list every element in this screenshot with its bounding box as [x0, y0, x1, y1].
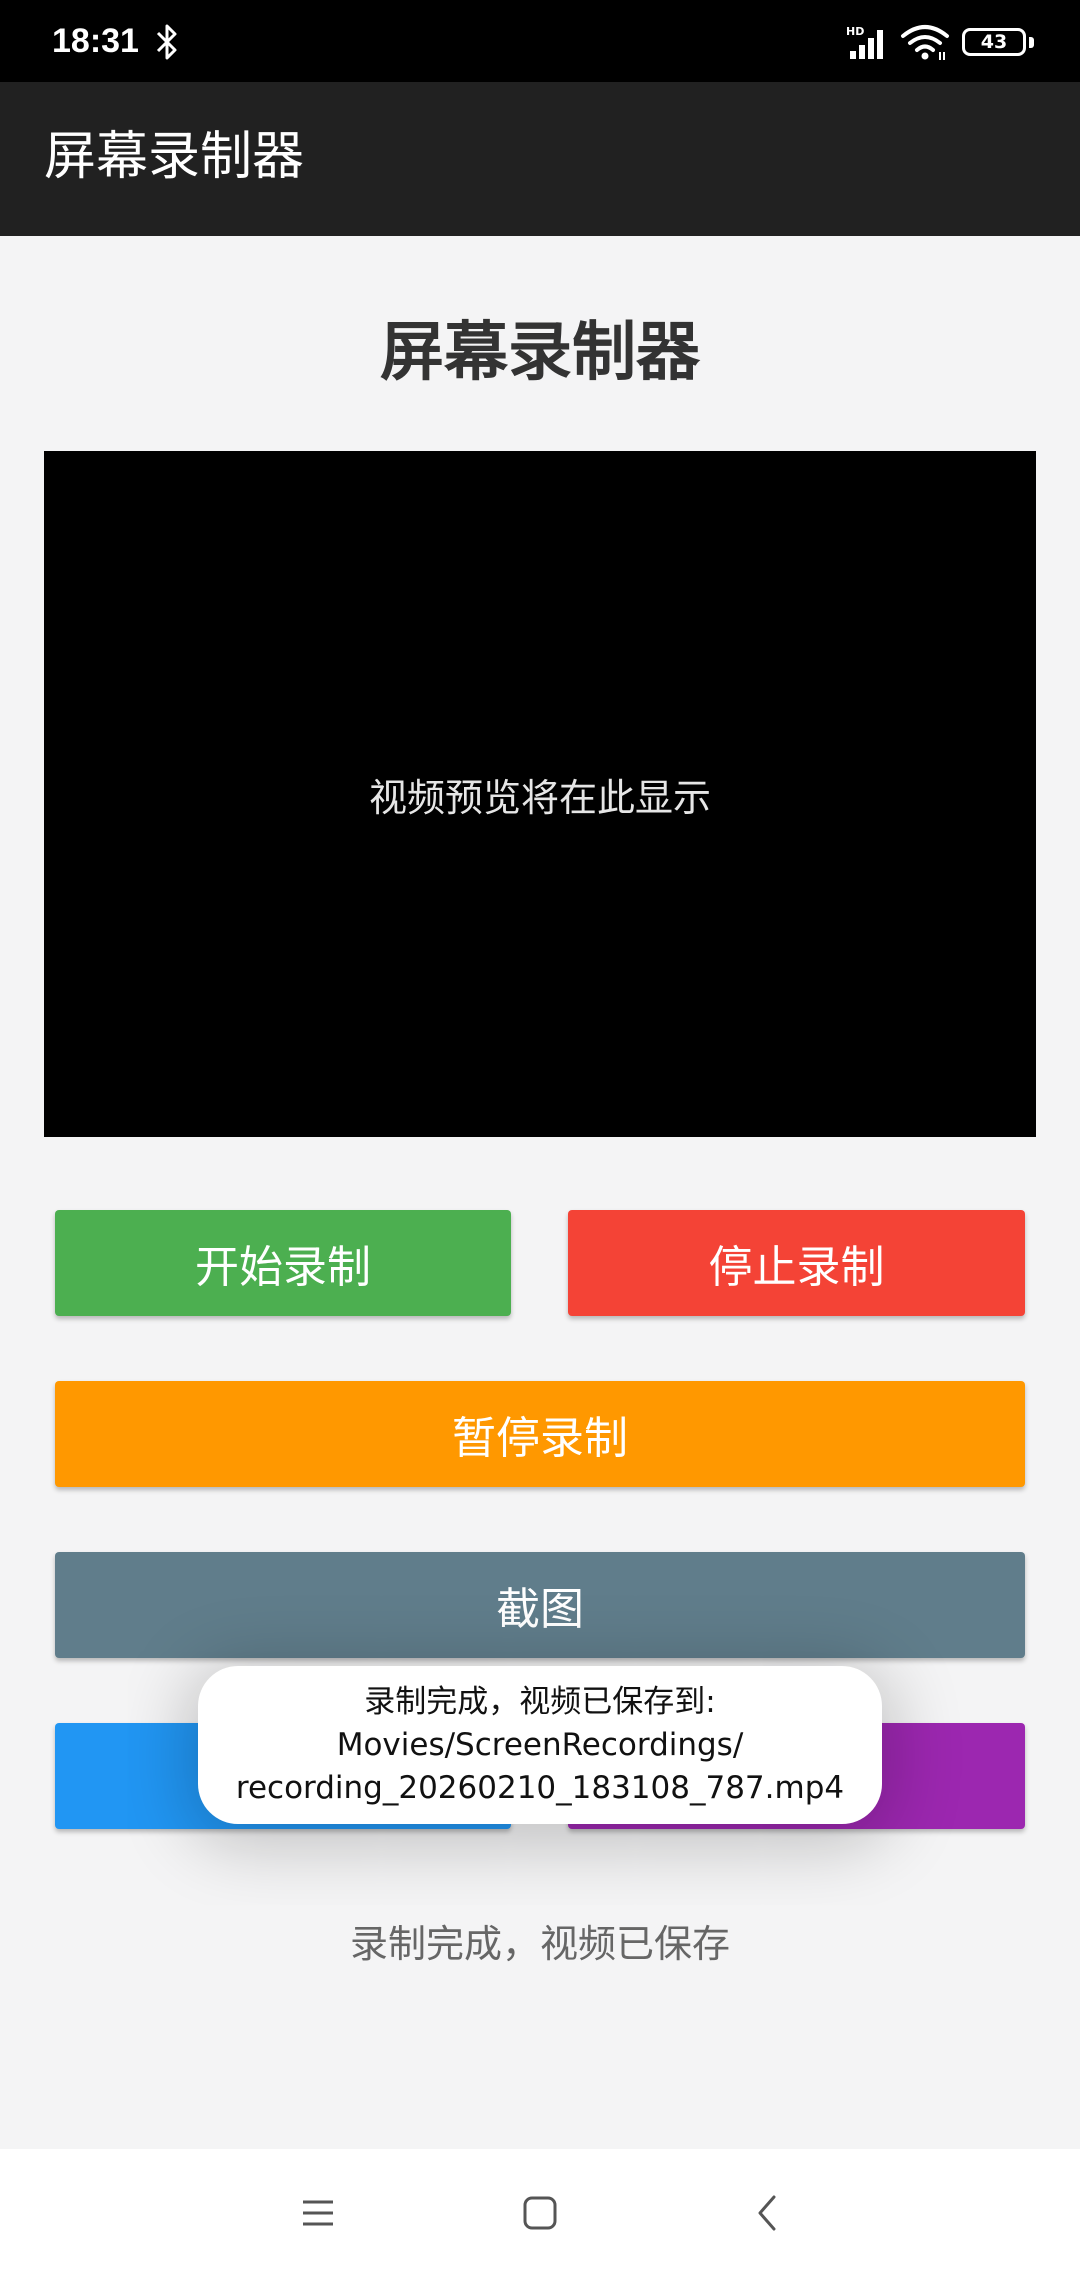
app-bar-title: 屏幕录制器 [44, 127, 305, 187]
status-time: 18:31 [52, 22, 139, 60]
cell-signal-icon: HD [846, 25, 883, 59]
battery-level: 43 [980, 31, 1008, 53]
screenshot-button[interactable]: 截图 [55, 1552, 1025, 1658]
start-recording-button[interactable]: 开始录制 [55, 1210, 511, 1316]
network-type-label: HD [846, 25, 864, 38]
stop-recording-button[interactable]: 停止录制 [568, 1210, 1025, 1316]
status-bar: 18:31 HD 43 [0, 0, 1080, 82]
pause-recording-button[interactable]: 暂停录制 [55, 1381, 1025, 1487]
wifi-icon [901, 25, 949, 60]
back-icon[interactable] [748, 2193, 788, 2233]
stop-recording-label: 停止录制 [708, 1242, 885, 1293]
app-bar: 屏幕录制器 [0, 82, 1080, 236]
battery-tip [1029, 37, 1034, 48]
start-recording-label: 开始录制 [195, 1242, 371, 1293]
recording-status-text: 录制完成，视频已保存 [349, 1922, 730, 1966]
bluetooth-icon [156, 24, 177, 60]
home-icon[interactable] [520, 2193, 560, 2233]
preview-placeholder: 视频预览将在此显示 [368, 775, 711, 820]
toast-line-3: recording_20260210_183108_787.mp4 [235, 1769, 845, 1806]
menu-icon[interactable] [298, 2193, 338, 2233]
toast-notification: 录制完成，视频已保存到: Movies/ScreenRecordings/ re… [198, 1666, 882, 1824]
pause-recording-label: 暂停录制 [452, 1413, 628, 1464]
toast-line-2: Movies/ScreenRecordings/ [336, 1726, 744, 1763]
battery-icon: 43 [962, 28, 1026, 56]
toast-line-1: 录制完成，视频已保存到: [364, 1683, 716, 1720]
system-nav-bar [0, 2149, 1080, 2280]
screenshot-label: 截图 [496, 1584, 584, 1635]
video-preview: 视频预览将在此显示 [44, 451, 1036, 1137]
page-title: 屏幕录制器 [380, 316, 700, 390]
